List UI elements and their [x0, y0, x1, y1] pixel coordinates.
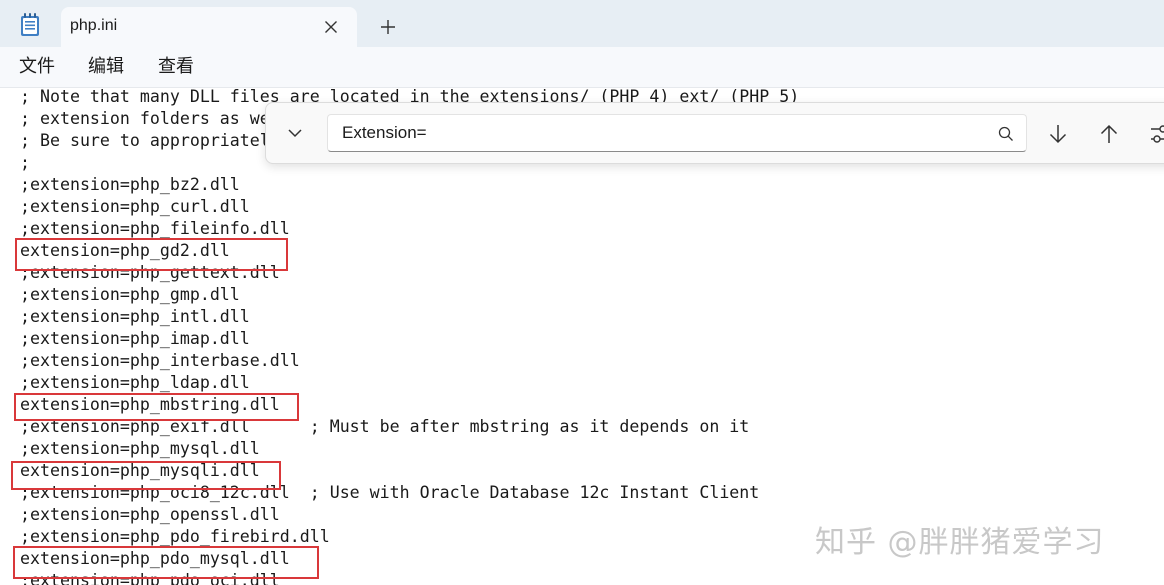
code-line: ;extension=php_intl.dll	[20, 307, 250, 326]
plus-icon[interactable]	[376, 15, 400, 39]
code-line: ;extension=php_interbase.dll	[20, 351, 300, 370]
tab-title: php.ini	[70, 17, 118, 34]
search-icon[interactable]	[997, 125, 1015, 143]
code-line: ;extension=php_pdo_firebird.dll	[20, 527, 330, 546]
code-line: ;extension=php_fileinfo.dll	[20, 219, 290, 238]
code-line: ;extension=php_mysql.dll	[20, 439, 260, 458]
arrow-up-icon[interactable]	[1096, 121, 1122, 147]
code-line: ;extension=php_gmp.dll	[20, 285, 240, 304]
code-line: ;extension=php_bz2.dll	[20, 175, 240, 194]
arrow-down-icon[interactable]	[1045, 121, 1071, 147]
menu-view[interactable]: 查看	[158, 56, 194, 78]
tab-php-ini[interactable]: php.ini	[61, 7, 357, 47]
code-line: ;extension=php_curl.dll	[20, 197, 250, 216]
close-icon[interactable]	[319, 15, 343, 39]
notepad-icon	[21, 13, 39, 36]
code-line: ;extension=php_imap.dll	[20, 329, 250, 348]
options-icon[interactable]	[1148, 121, 1164, 147]
highlight-box	[11, 461, 281, 490]
find-panel	[265, 102, 1164, 164]
watermark: 知乎 @胖胖猪爱学习	[815, 525, 1105, 560]
code-line: ;extension=php_ldap.dll	[20, 373, 250, 392]
highlight-box	[13, 546, 319, 579]
menu-bar: 文件 编辑 查看	[0, 47, 1164, 88]
menu-file[interactable]: 文件	[19, 56, 55, 78]
find-input[interactable]	[327, 114, 1027, 152]
title-bar: php.ini	[0, 0, 1164, 47]
menu-edit[interactable]: 编辑	[88, 56, 124, 78]
highlight-box	[15, 238, 288, 271]
code-line: ;	[20, 153, 30, 172]
code-line: ;extension=php_openssl.dll	[20, 505, 280, 524]
highlight-box	[14, 393, 299, 421]
chevron-down-icon[interactable]	[283, 121, 307, 145]
